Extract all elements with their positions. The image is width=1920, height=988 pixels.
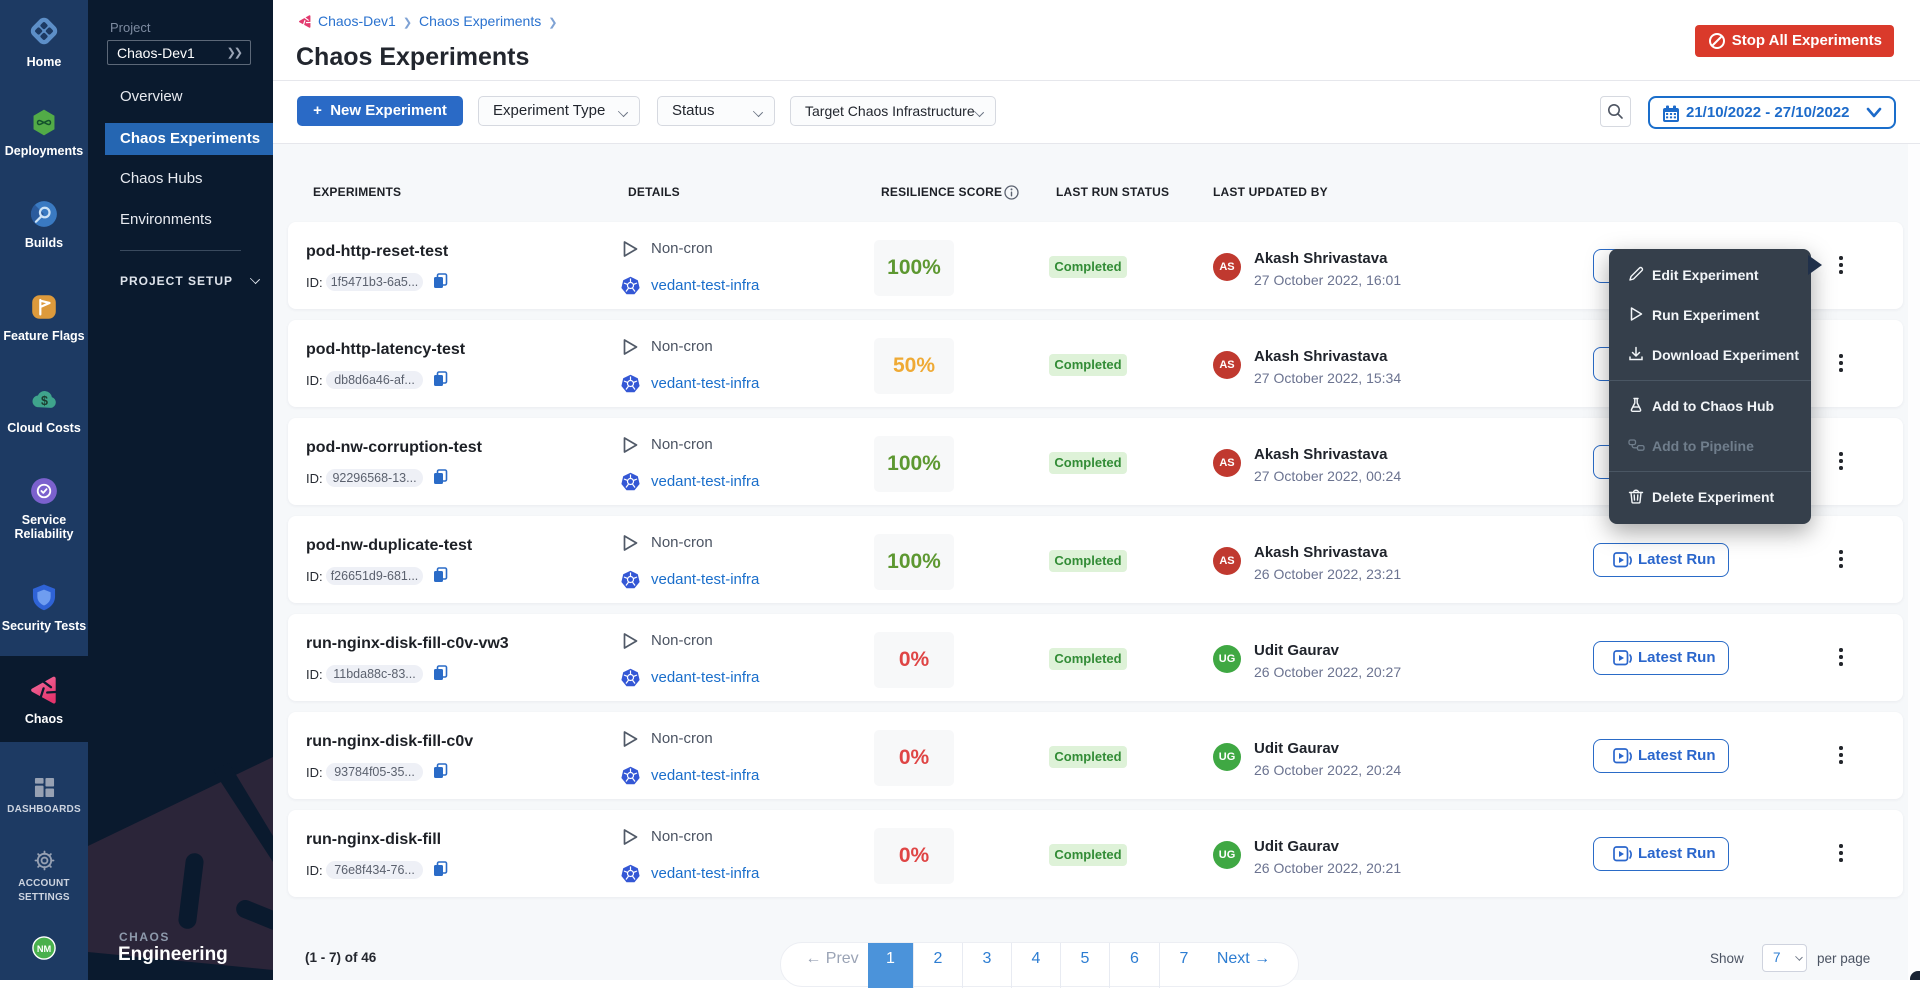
svg-text:NM: NM: [37, 944, 52, 954]
svg-text:$: $: [41, 394, 48, 408]
